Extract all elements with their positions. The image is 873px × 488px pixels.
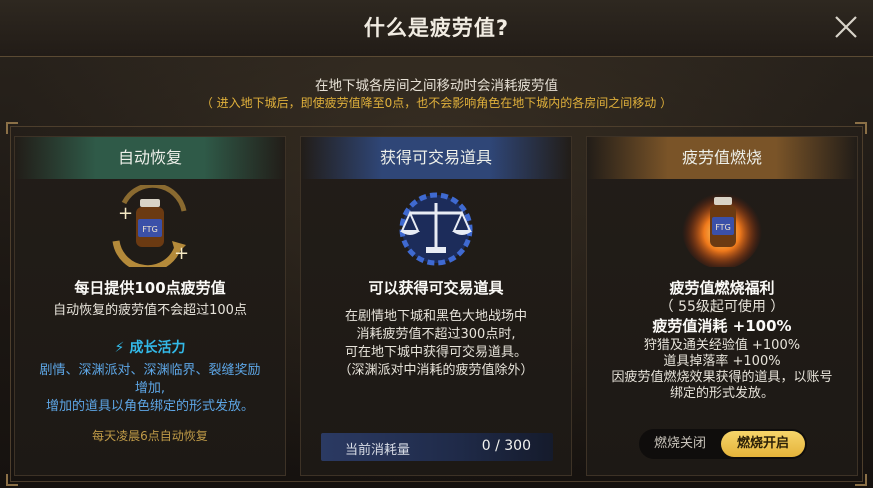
lightning-icon: ⚡ (114, 340, 125, 356)
frame-corner (855, 122, 867, 134)
auto-recover-time-note: 每天凌晨6点自动恢复 (92, 429, 208, 443)
potion-icon: FTG + + (112, 185, 189, 267)
auto-recover-card: 自动恢复 FTG + + 每日提供100点疲劳值 自动恢复的疲劳值不会超过100… (14, 136, 286, 476)
tradeable-item-card: 获得可交易道具 可以获得可交易道具 在剧情地下城和黑色大地战场中 消耗疲劳值不超… (300, 136, 572, 476)
consumption-label: 当前消耗量 (345, 443, 411, 458)
svg-text:FTG: FTG (142, 225, 158, 234)
title-bar: 什么是疲劳值? (0, 0, 873, 57)
burning-potion-icon: FTG (682, 189, 762, 267)
dialog-title: 什么是疲劳值? (363, 16, 510, 40)
frame-corner (6, 122, 18, 134)
burn-on-option[interactable]: 燃烧开启 (721, 431, 805, 457)
tradeable-desc-2: 消耗疲劳值不超过300点时, (356, 327, 516, 342)
close-icon[interactable] (833, 14, 859, 40)
svg-text:+: + (174, 243, 189, 264)
svg-text:+: + (118, 203, 133, 224)
consumption-bar: 当前消耗量 0 / 300 (321, 433, 553, 461)
growth-desc-1: 剧情、深渊派对、深渊临界、裂缝奖励 (39, 363, 261, 378)
intro-note: （ 进入地下城后，即使疲劳值降至0点，也不会影响角色在地下城内的各房间之间移动 … (200, 96, 673, 110)
auto-recover-icon-area: FTG + + (15, 185, 285, 267)
svg-text:FTG: FTG (715, 223, 731, 232)
recover-limit-text: 自动恢复的疲劳值不会超过100点 (53, 303, 247, 318)
growth-desc-2: 增加, (134, 381, 166, 396)
tradeable-title-text: 可以获得可交易道具 (368, 279, 504, 297)
burn-bind-note-2: 绑定的形式发放。 (669, 386, 774, 401)
tradeable-desc-1: 在剧情地下城和黑色大地战场中 (344, 309, 527, 324)
intro-text: 在地下城各房间之间移动时会消耗疲劳值 (315, 78, 558, 94)
auto-recover-header: 自动恢复 (15, 137, 285, 179)
balance-scale-icon (399, 192, 473, 266)
tradeable-desc-3: 可在地下城中获得可交易道具。 (344, 345, 527, 360)
tradeable-icon-area (301, 185, 571, 267)
consumption-value: 0 / 300 (481, 438, 531, 454)
growth-title-row: ⚡ 成长活力 (15, 337, 285, 357)
burn-benefit-title: 疲劳值燃烧福利 (669, 279, 775, 297)
burn-icon-area: FTG (587, 185, 857, 267)
burn-header: 疲劳值燃烧 (587, 137, 857, 179)
daily-fatigue-text: 每日提供100点疲劳值 (74, 279, 226, 297)
growth-title: 成长活力 (129, 340, 186, 356)
tradeable-header: 获得可交易道具 (301, 137, 571, 179)
growth-desc-3: 增加的道具以角色绑定的形式发放。 (45, 399, 254, 414)
fatigue-dialog: 什么是疲劳值? 在地下城各房间之间移动时会消耗疲劳值 （ 进入地下城后，即使疲劳… (0, 0, 873, 488)
fatigue-burn-card: 疲劳值燃烧 FTG 疲劳值燃烧福利 （ 55级起可使用 ） 疲劳值消耗 +100… (586, 136, 858, 476)
burn-level-req: （ 55级起可使用 ） (659, 299, 785, 315)
burn-off-option[interactable]: 燃烧关闭 (639, 429, 721, 459)
burn-toggle[interactable]: 燃烧关闭 燃烧开启 (639, 429, 807, 459)
tradeable-desc-4: （深渊派对中消耗的疲劳值除外） (338, 363, 534, 378)
burn-consume-rate: 疲劳值消耗 +100% (652, 317, 792, 335)
